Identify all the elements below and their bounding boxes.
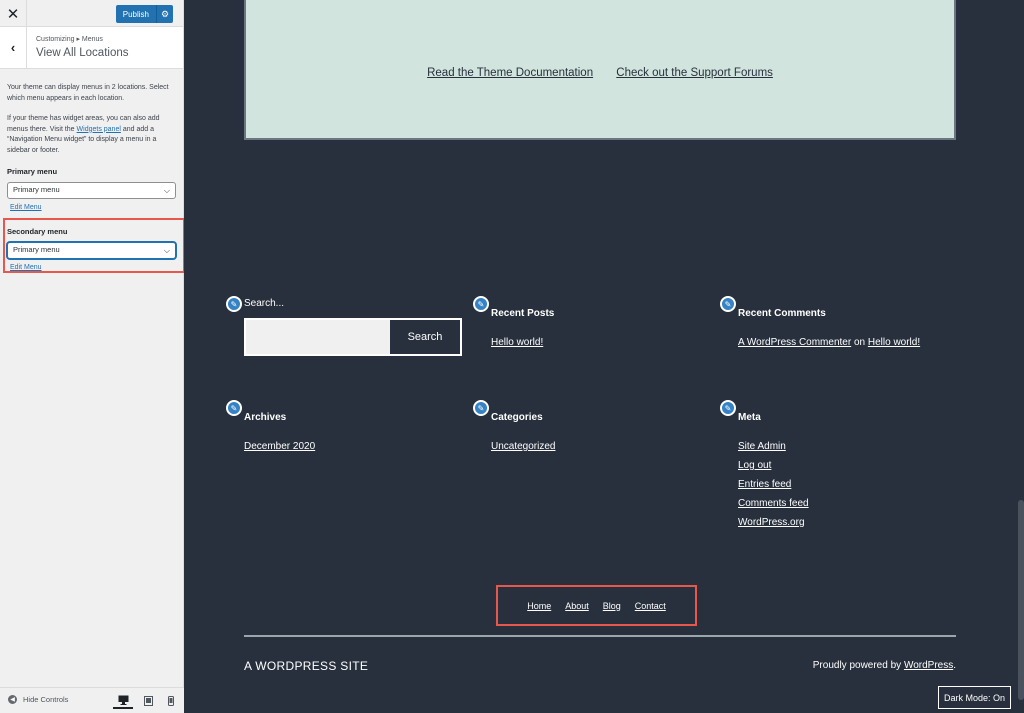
recent-comments-title: Recent Comments: [738, 308, 826, 319]
tablet-preview-icon[interactable]: [138, 693, 158, 709]
footer-menu-home[interactable]: Home: [527, 601, 551, 611]
publish-button[interactable]: Publish: [115, 5, 156, 23]
intro-text: Your theme can display menus in 2 locati…: [7, 84, 169, 102]
wordpress-link[interactable]: WordPress: [904, 660, 953, 671]
sidebar-footer: ◀ Hide Controls: [0, 687, 184, 713]
highlight-box: [3, 218, 185, 273]
search-button[interactable]: Search: [390, 320, 460, 354]
support-forums-link[interactable]: Check out the Support Forums: [616, 67, 773, 79]
comment-author-link[interactable]: A WordPress Commenter: [738, 337, 851, 348]
collapse-icon: ◀: [8, 695, 17, 704]
meta-log-out-link[interactable]: Log out: [738, 460, 809, 471]
meta-comments-feed-link[interactable]: Comments feed: [738, 498, 809, 509]
green-links: Read the Theme Documentation Check out t…: [246, 67, 954, 79]
recent-posts-widget: Recent Posts Hello world!: [491, 308, 554, 356]
footer-menu-about[interactable]: About: [565, 601, 589, 611]
pencil-icon[interactable]: ✎: [720, 296, 736, 312]
pencil-icon[interactable]: ✎: [226, 400, 242, 416]
primary-menu-selected: Primary menu: [13, 184, 60, 194]
theme-docs-link[interactable]: Read the Theme Documentation: [427, 67, 593, 79]
pencil-icon[interactable]: ✎: [473, 400, 489, 416]
primary-edit-menu-link[interactable]: Edit Menu: [10, 203, 176, 214]
section-header: ‹ Customizing ▸ Menus View All Locations: [0, 27, 183, 69]
meta-wordpress-org-link[interactable]: WordPress.org: [738, 517, 809, 528]
powered-prefix: Proudly powered by: [812, 660, 904, 671]
powered-suffix: .: [953, 660, 956, 671]
primary-menu-label: Primary menu: [7, 167, 58, 176]
search-input[interactable]: [246, 320, 390, 354]
desktop-preview-icon[interactable]: [113, 693, 133, 709]
recent-post-link[interactable]: Hello world!: [491, 337, 554, 348]
scrollbar[interactable]: [1018, 500, 1024, 700]
powered-by: Proudly powered by WordPress.: [813, 660, 956, 671]
hide-controls-button[interactable]: ◀ Hide Controls: [8, 695, 68, 704]
archives-widget: Archives December 2020: [244, 412, 315, 460]
content-block: Read the Theme Documentation Check out t…: [244, 0, 956, 140]
customizer-sidebar: ✕ Publish ⚙ ‹ Customizing ▸ Menus View A…: [0, 0, 185, 713]
search-label: Search...: [244, 298, 285, 309]
sidebar-header: ✕ Publish ⚙: [0, 0, 183, 27]
meta-widget: Meta Site Admin Log out Entries feed Com…: [738, 412, 809, 536]
footer-menu: Home About Blog Contact: [496, 585, 697, 626]
publish-group: Publish ⚙: [115, 5, 173, 23]
comment-post-link[interactable]: Hello world!: [868, 337, 920, 348]
site-name[interactable]: A WORDPRESS SITE: [244, 659, 368, 673]
hide-controls-label: Hide Controls: [23, 695, 69, 704]
breadcrumb: Customizing ▸ Menus: [36, 36, 103, 43]
pencil-icon[interactable]: ✎: [473, 296, 489, 312]
search-form: Search: [244, 318, 462, 356]
recent-posts-title: Recent Posts: [491, 308, 555, 319]
widgets-panel-link[interactable]: Widgets panel: [77, 126, 121, 133]
categories-title: Categories: [491, 412, 543, 423]
pencil-icon[interactable]: ✎: [720, 400, 736, 416]
footer-menu-contact[interactable]: Contact: [635, 601, 666, 611]
mobile-preview-icon[interactable]: [161, 693, 181, 709]
category-link[interactable]: Uncategorized: [491, 441, 555, 452]
widget-text: If your theme has widget areas, you can …: [7, 114, 176, 156]
primary-menu-select[interactable]: Primary menu ⌵: [7, 181, 176, 199]
section-title: View All Locations: [36, 47, 129, 59]
search-widget: Search...: [244, 298, 284, 309]
dark-mode-toggle[interactable]: Dark Mode: On: [937, 686, 1011, 709]
site-preview: Read the Theme Documentation Check out t…: [184, 0, 1024, 713]
categories-widget: Categories Uncategorized: [491, 412, 555, 460]
archive-link[interactable]: December 2020: [244, 441, 315, 452]
pencil-icon[interactable]: ✎: [226, 296, 242, 312]
meta-entries-feed-link[interactable]: Entries feed: [738, 479, 809, 490]
footer-menu-blog[interactable]: Blog: [603, 601, 621, 611]
back-chevron-icon[interactable]: ‹: [0, 27, 27, 68]
meta-site-admin-link[interactable]: Site Admin: [738, 441, 809, 452]
footer-divider: [244, 635, 956, 637]
gear-icon[interactable]: ⚙: [156, 5, 173, 23]
archives-title: Archives: [244, 412, 287, 423]
comment-on-text: on: [851, 337, 868, 348]
meta-title: Meta: [738, 412, 761, 423]
chevron-down-icon: ⌵: [163, 185, 170, 195]
close-icon[interactable]: ✕: [0, 0, 27, 27]
recent-comments-widget: Recent Comments A WordPress Commenter on…: [738, 308, 920, 348]
